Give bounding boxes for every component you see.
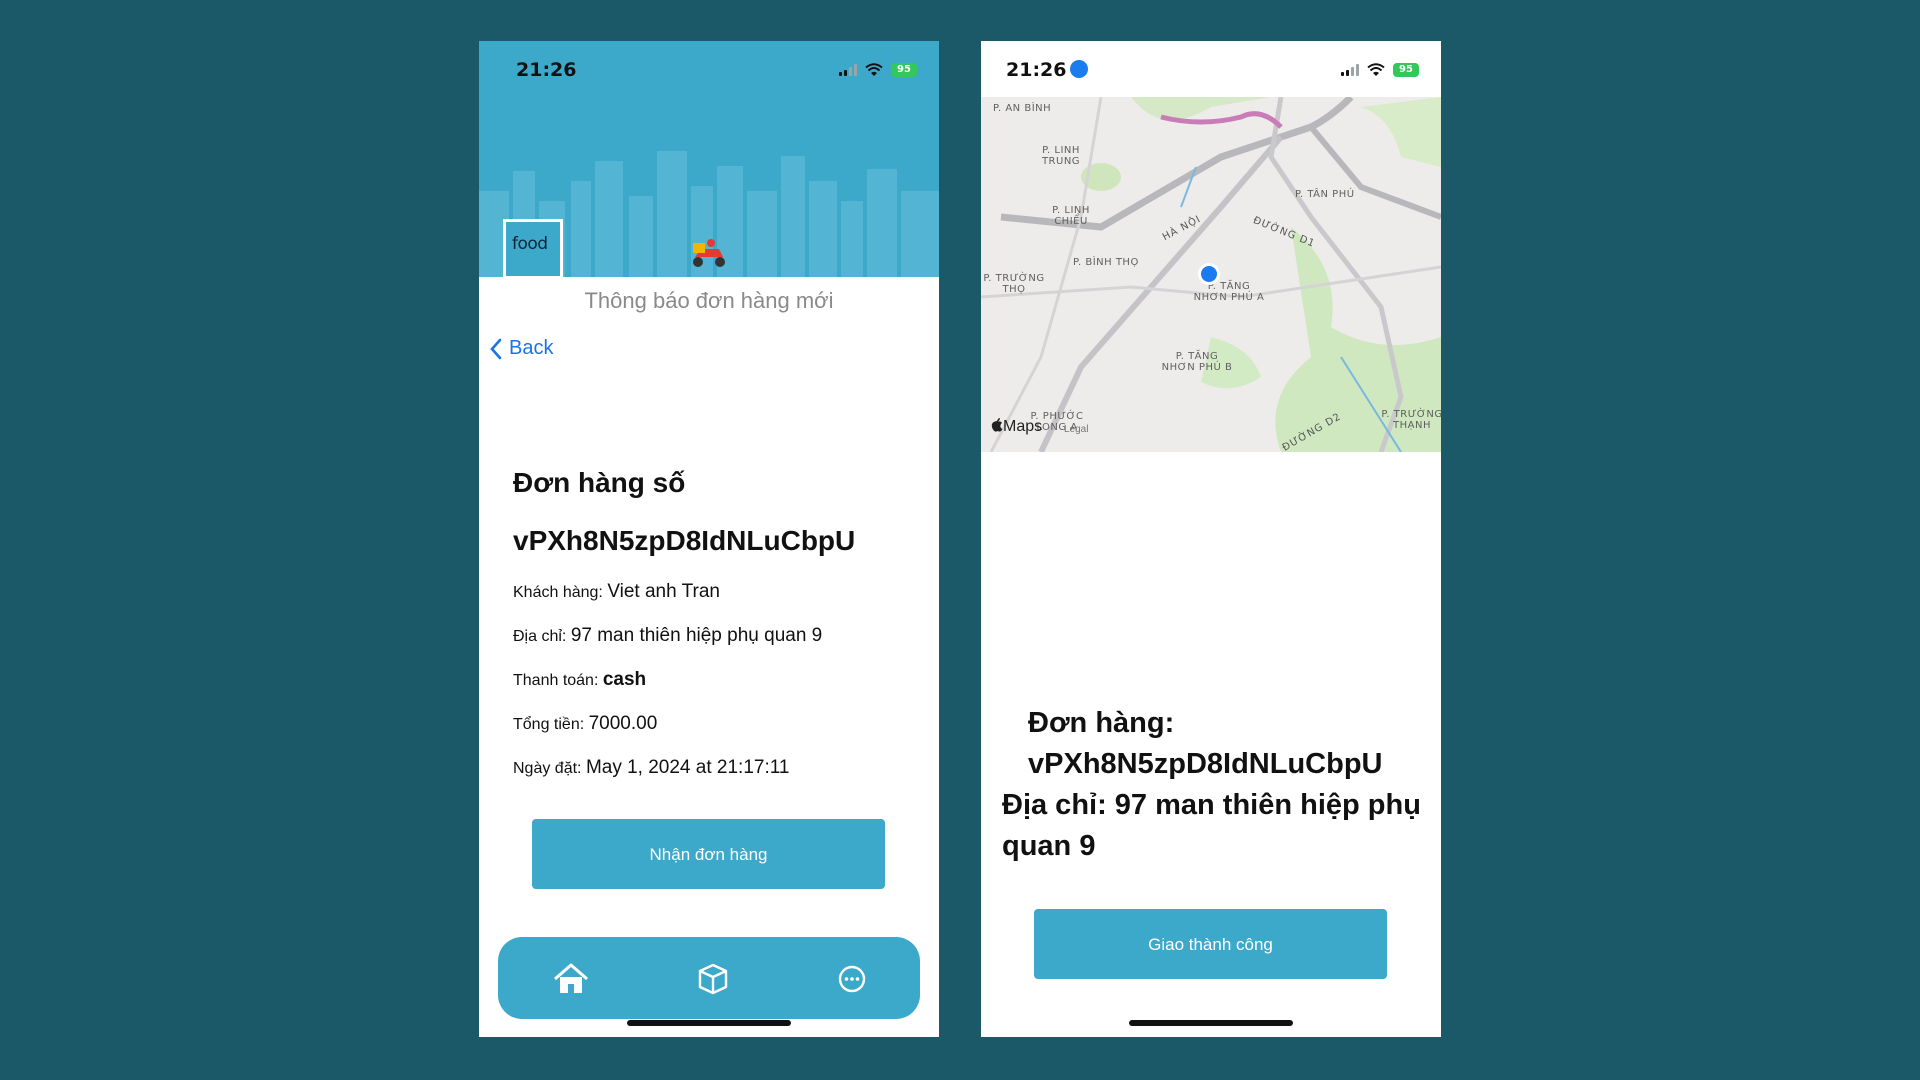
order-date-value: May 1, 2024 at 21:17:11: [585, 757, 790, 778]
tab-orders[interactable]: [693, 959, 733, 999]
map-label: P. TRƯỜNG THỌ: [983, 273, 1045, 295]
delivery-address: Địa chỉ: 97 man thiên hiệp phụ quan 9: [1002, 789, 1421, 862]
map-label: P. LINH CHIỂU: [1052, 205, 1090, 227]
wifi-icon: [865, 63, 883, 76]
current-location-marker-icon: [1198, 263, 1220, 285]
tab-home[interactable]: [551, 959, 591, 999]
map-label: P. AN BÌNH: [993, 103, 1052, 114]
customer-value: Viet anh Tran: [607, 581, 720, 602]
payment-row: Thanh toán: cash: [513, 669, 646, 691]
maps-brand-logo: Maps: [991, 418, 1042, 436]
tab-more[interactable]: [832, 959, 872, 999]
address-label: Địa chỉ:: [513, 628, 567, 645]
total-label: Tổng tiền:: [513, 716, 585, 733]
map-label: P. TĂNG NHƠN PHÚ B: [1161, 351, 1233, 373]
status-time: 21:26: [1006, 59, 1089, 81]
back-button[interactable]: Back: [489, 337, 553, 360]
back-label: Back: [509, 337, 554, 359]
delivery-order-label: Đơn hàng:: [1028, 707, 1175, 739]
cellular-signal-icon: [839, 64, 857, 76]
apple-logo-icon: [991, 418, 1003, 432]
order-id: vPXh8N5zpD8IdNLuCbpU: [513, 525, 856, 556]
total-value: 7000.00: [588, 713, 658, 734]
box-icon: [698, 963, 728, 995]
home-indicator: [627, 1020, 791, 1026]
delivery-scooter-icon: [693, 239, 725, 267]
map-label: P. LINH TRUNG: [1041, 145, 1081, 167]
battery-icon: 95: [891, 63, 917, 77]
map-label: P. TÂN PHÚ: [1295, 189, 1355, 200]
address-row: Địa chỉ: 97 man thiên hiệp phụ quan 9: [513, 625, 822, 647]
status-time: 21:26: [516, 59, 577, 81]
battery-icon: 95: [1393, 63, 1419, 77]
customer-row: Khách hàng: Viet anh Tran: [513, 581, 720, 603]
home-icon: [554, 963, 588, 993]
order-notification-screen: 21:26 95 food Thông báo đơn hàng mới Bac…: [479, 41, 939, 1037]
cellular-signal-icon: [1341, 64, 1359, 76]
map-label: P. TRƯỜNG THẠNH: [1381, 409, 1441, 431]
status-bar: 21:26 95: [479, 41, 939, 97]
map-label: P. BÌNH THỌ: [1073, 257, 1139, 268]
app-logo: food: [503, 219, 563, 277]
maps-brand-text: Maps: [1003, 418, 1043, 435]
map-view[interactable]: P. AN BÌNH P. LINH TRUNG P. LINH CHIỂU P…: [981, 97, 1441, 452]
chevron-left-icon: [490, 338, 502, 359]
header-banner: 21:26 95 food: [479, 41, 939, 277]
location-arrow-icon: [1070, 59, 1089, 78]
order-heading: Đơn hàng số: [513, 467, 686, 498]
delivered-button[interactable]: Giao thành công: [1034, 909, 1387, 979]
legal-link[interactable]: Legal: [1064, 424, 1088, 435]
payment-label: Thanh toán:: [513, 672, 599, 689]
delivery-order-id: vPXh8N5zpD8IdNLuCbpU: [1028, 748, 1383, 780]
delivery-map-screen: 21:26 95 P. AN BÌNH P. LINH TRUNG P. LIN…: [981, 41, 1441, 1037]
status-bar: 21:26 95: [981, 41, 1441, 97]
wifi-icon: [1367, 63, 1385, 76]
payment-value: cash: [602, 669, 647, 690]
address-value: 97 man thiên hiệp phụ quan 9: [570, 625, 823, 646]
bottom-tab-bar: [498, 937, 920, 1019]
order-date-label: Ngày đặt:: [513, 760, 582, 777]
logo-text: food: [512, 234, 548, 254]
order-date-row: Ngày đặt: May 1, 2024 at 21:17:11: [513, 757, 789, 779]
total-row: Tổng tiền: 7000.00: [513, 713, 657, 735]
accept-order-button[interactable]: Nhận đơn hàng: [532, 819, 885, 889]
more-icon: [838, 965, 866, 993]
page-title: Thông báo đơn hàng mới: [584, 288, 834, 313]
customer-label: Khách hàng:: [513, 584, 603, 601]
status-time-text: 21:26: [1006, 59, 1067, 81]
home-indicator: [1129, 1020, 1293, 1026]
